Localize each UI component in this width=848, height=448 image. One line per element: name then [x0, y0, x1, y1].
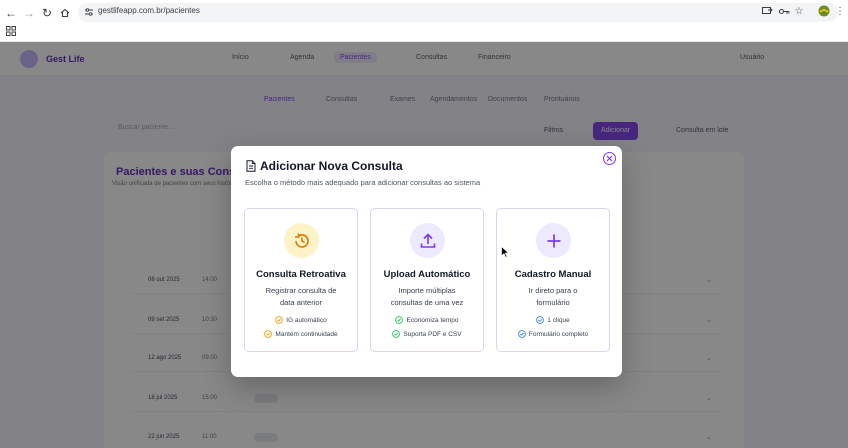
card-retroactive-consultation[interactable]: Consulta Retroativa Registrar consulta d… [244, 208, 358, 352]
password-key-icon[interactable] [777, 4, 791, 18]
feature-item: Formulário completo [497, 330, 609, 338]
card-title: Consulta Retroativa [256, 269, 346, 280]
card-description-line: Ir direto para o [528, 286, 578, 295]
check-circle-icon [536, 316, 545, 324]
card-description-line: consultas de uma vez [390, 298, 464, 307]
plus-icon [536, 223, 571, 258]
history-icon [284, 223, 319, 258]
check-circle-icon [392, 330, 401, 338]
card-description-line: data anterior [279, 298, 323, 307]
close-button[interactable] [603, 152, 616, 165]
add-consultation-modal: Adicionar Nova Consulta Escolha o método… [231, 146, 622, 377]
document-icon [246, 160, 256, 172]
apps-grid-icon[interactable] [6, 26, 16, 36]
install-app-icon[interactable] [760, 4, 774, 18]
browser-menu-icon[interactable]: ⋮ [833, 4, 847, 18]
feature-label: IG automático [286, 316, 327, 324]
feature-label: Formulário completo [528, 330, 589, 338]
card-description-line: Registrar consulta de [265, 286, 337, 295]
upload-icon [410, 223, 445, 258]
address-bar[interactable]: gestlifeapp.com.br/pacientes [78, 3, 838, 22]
feature-item: IG automático [245, 316, 357, 324]
modal-title: Adicionar Nova Consulta [260, 159, 403, 173]
feature-item: Mantém continuidade [245, 330, 357, 338]
reload-icon[interactable]: ↻ [38, 4, 56, 22]
feature-item: Economiza tempo [371, 316, 483, 324]
card-description-line: formulário [536, 298, 570, 307]
card-title: Cadastro Manual [514, 269, 592, 280]
feature-label: Mantém continuidade [275, 330, 338, 338]
feature-label: Economiza tempo [406, 316, 459, 324]
home-icon[interactable] [56, 4, 74, 22]
check-circle-icon [275, 316, 284, 324]
bookmark-star-icon[interactable]: ☆ [792, 4, 806, 18]
check-circle-icon [264, 330, 273, 338]
modal-subtitle: Escolha o método mais adequado para adic… [245, 178, 481, 187]
close-icon [606, 155, 613, 162]
feature-item: 1 clique [497, 316, 609, 324]
card-description: Registrar consulta de data anterior [253, 285, 349, 309]
card-automatic-upload[interactable]: Upload Automático Importe múltiplas cons… [370, 208, 484, 352]
url-text: gestlifeapp.com.br/pacientes [98, 6, 200, 15]
card-description: Importe múltiplas consultas de uma vez [379, 285, 475, 309]
card-manual-entry[interactable]: Cadastro Manual Ir direto para o formulá… [496, 208, 610, 352]
card-title: Upload Automático [383, 269, 471, 280]
browser-toolbar: ← → ↻ gestlifeapp.com.br/pacientes ☆ ⋮ [0, 0, 848, 42]
feature-label: Suporta PDF e CSV [403, 330, 462, 338]
card-description: Ir direto para o formulário [505, 285, 601, 309]
card-description-line: Importe múltiplas [398, 286, 456, 295]
mouse-cursor-icon [501, 246, 509, 258]
check-circle-icon [395, 316, 404, 324]
check-circle-icon [518, 330, 526, 338]
feature-label: 1 clique [547, 316, 570, 324]
site-info-icon[interactable] [84, 7, 94, 17]
profile-avatar-icon[interactable] [817, 4, 831, 18]
back-icon[interactable]: ← [2, 4, 20, 22]
forward-icon[interactable]: → [20, 4, 38, 22]
feature-item: Suporta PDF e CSV [371, 330, 483, 338]
